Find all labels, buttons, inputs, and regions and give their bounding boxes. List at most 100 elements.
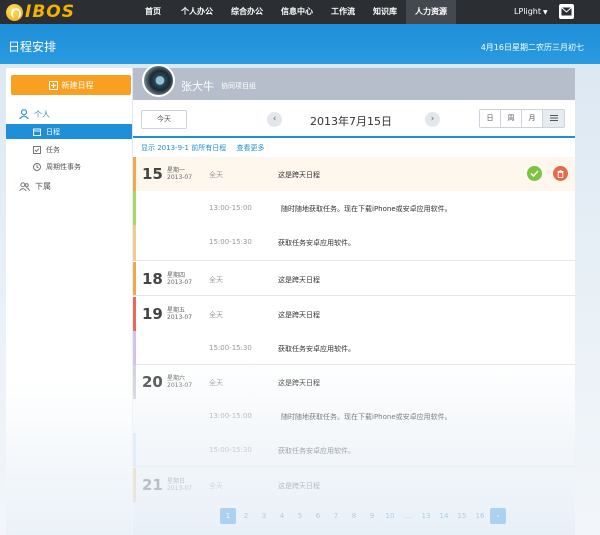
- day-month: 2013-07: [167, 279, 193, 286]
- view-day-button[interactable]: 日: [480, 110, 501, 127]
- schedule-row[interactable]: 15 星期一 2013-07 全天 这是跨天日程: [136, 157, 575, 191]
- event-time: 15:00-15:30: [209, 344, 252, 352]
- nav-item-personal-office[interactable]: 个人办公: [172, 0, 222, 24]
- sidebar-item-schedule[interactable]: 日程: [6, 124, 132, 139]
- checkbox-icon: [33, 145, 41, 154]
- nav-item-hr[interactable]: 人力资源: [406, 0, 456, 24]
- view-month-button[interactable]: 月: [522, 110, 543, 127]
- pagination: 1 2 3 4 5 6 7 8 9 10 … 13 14 15 16 ›: [220, 508, 506, 524]
- page-button[interactable]: 8: [346, 508, 362, 524]
- day-month: 2013-07: [167, 485, 193, 492]
- view-week-button[interactable]: 周: [501, 110, 522, 127]
- today-button[interactable]: 今天: [141, 110, 187, 129]
- chevron-left-icon: ‹: [272, 114, 277, 124]
- sidebar-item-task-label: 任务: [46, 145, 60, 154]
- sidebar-item-task[interactable]: 任务: [6, 142, 132, 157]
- logo-bulb-icon: [6, 3, 23, 21]
- nav-item-home[interactable]: 首页: [134, 0, 172, 24]
- clock-icon: [33, 162, 41, 171]
- page-button[interactable]: 16: [472, 508, 488, 524]
- event-time: 15:00-15:30: [209, 446, 252, 454]
- day-block-21: 21 星期日 2013-07 全天 这是跨天日程: [133, 468, 575, 502]
- list-icon: [549, 115, 558, 121]
- delete-button[interactable]: [553, 166, 568, 181]
- event-text: 获取任务安卓应用软件。: [278, 345, 355, 353]
- page-button[interactable]: 14: [436, 508, 452, 524]
- event-text: 随时随地获取任务。现在下载iPhone或安卓应用软件。: [281, 413, 452, 421]
- event-time: 全天: [209, 171, 223, 179]
- pager-next-button[interactable]: ›: [490, 508, 506, 524]
- mail-button[interactable]: [559, 4, 574, 19]
- nav-item-info-center[interactable]: 信息中心: [272, 0, 322, 24]
- new-schedule-label: 新建日程: [61, 80, 94, 90]
- page-button[interactable]: 3: [256, 508, 272, 524]
- schedule-row[interactable]: 15:00-15:30 获取任务安卓应用软件。: [136, 331, 575, 365]
- page-button[interactable]: 7: [328, 508, 344, 524]
- caret-down-icon: ▼: [543, 9, 548, 16]
- schedule-row[interactable]: 19 星期五 2013-07 全天 这是跨天日程: [136, 297, 575, 331]
- next-date-button[interactable]: ›: [425, 112, 440, 127]
- view-list-button[interactable]: [543, 110, 564, 127]
- user-icon: [19, 109, 29, 119]
- chevron-right-icon: ›: [496, 512, 500, 520]
- event-time: 13:00-15:00: [209, 412, 252, 420]
- sidebar-section-subordinate[interactable]: 下属: [6, 178, 132, 194]
- user-menu[interactable]: LPlight ▼: [514, 0, 548, 24]
- accent-bar: [133, 157, 136, 191]
- page-button[interactable]: 1: [220, 508, 236, 524]
- event-text: 这是跨天日程: [278, 276, 320, 284]
- page-button[interactable]: 9: [364, 508, 380, 524]
- schedule-row[interactable]: 15:00-15:30 获取任务安卓应用软件。: [136, 433, 575, 467]
- day-month: 2013-07: [167, 382, 193, 389]
- avatar[interactable]: [142, 64, 175, 97]
- sidebar-section-personal-label: 个人: [34, 109, 50, 119]
- page-button[interactable]: 6: [310, 508, 326, 524]
- schedule-row[interactable]: 21 星期日 2013-07 全天 这是跨天日程: [136, 468, 575, 502]
- day-number: 19: [142, 305, 163, 323]
- schedule-row[interactable]: 15:00-15:30 获取任务安卓应用软件。: [136, 225, 575, 259]
- day-number: 20: [142, 373, 163, 391]
- complete-button[interactable]: [527, 166, 542, 181]
- nav-item-general-office[interactable]: 综合办公: [222, 0, 272, 24]
- event-time: 15:00-15:30: [209, 238, 252, 246]
- view-switcher: 日 周 月: [479, 109, 565, 128]
- page-button[interactable]: 15: [454, 508, 470, 524]
- event-text: 这是跨天日程: [278, 171, 320, 179]
- sidebar-fade: [6, 380, 132, 535]
- logo[interactable]: IBOS: [6, 2, 75, 22]
- day-month: 2013-07: [167, 314, 193, 321]
- event-text: 随时随地获取任务。现在下载iPhone或安卓应用软件。: [281, 205, 452, 213]
- info-text: 显示 2013-9-1 前所有日程: [141, 144, 227, 152]
- sidebar-item-recurring-label: 周期性事务: [46, 162, 81, 171]
- profile-bar: 张大牛 协同项目组: [133, 64, 575, 100]
- sidebar-item-schedule-label: 日程: [46, 127, 60, 136]
- sidebar-section-subordinate-label: 下属: [35, 181, 51, 191]
- page-button[interactable]: 2: [238, 508, 254, 524]
- logo-text: IBOS: [25, 2, 75, 22]
- event-time: 13:00-15:00: [209, 204, 252, 212]
- page-button[interactable]: 5: [292, 508, 308, 524]
- prev-date-button[interactable]: ‹: [267, 112, 282, 127]
- schedule-row[interactable]: 13:00-15:00 随时随地获取任务。现在下载iPhone或安卓应用软件。: [136, 399, 575, 433]
- user-name: LPlight: [514, 7, 542, 16]
- page-button[interactable]: 13: [418, 508, 434, 524]
- new-schedule-button[interactable]: 新建日程: [11, 75, 131, 95]
- current-date: 2013年7月15日: [310, 115, 392, 128]
- calendar-toolbar: 今天 ‹ 2013年7月15日 › 日 周 月: [133, 100, 575, 138]
- nav-item-knowledge[interactable]: 知识库: [364, 0, 406, 24]
- profile-name: 张大牛: [181, 80, 214, 93]
- nav-item-workflow[interactable]: 工作流: [322, 0, 364, 24]
- sidebar-section-personal[interactable]: 个人: [6, 106, 132, 122]
- view-more-link[interactable]: 查看更多: [236, 144, 264, 152]
- schedule-row[interactable]: 18 星期四 2013-07 全天 这是跨天日程: [136, 262, 575, 296]
- day-weekday: 星期五: [167, 307, 186, 314]
- trash-icon: [557, 169, 564, 178]
- schedule-row[interactable]: 13:00-15:00 随时随地获取任务。现在下载iPhone或安卓应用软件。: [136, 191, 575, 225]
- chevron-right-icon: ›: [430, 114, 435, 124]
- page-button[interactable]: 4: [274, 508, 290, 524]
- day-weekday: 星期六: [167, 375, 186, 382]
- day-weekday: 星期一: [167, 167, 186, 174]
- schedule-row[interactable]: 20 星期六 2013-07 全天 这是跨天日程: [136, 365, 575, 399]
- sidebar-item-recurring[interactable]: 周期性事务: [6, 159, 132, 174]
- page-button[interactable]: 10: [382, 508, 398, 524]
